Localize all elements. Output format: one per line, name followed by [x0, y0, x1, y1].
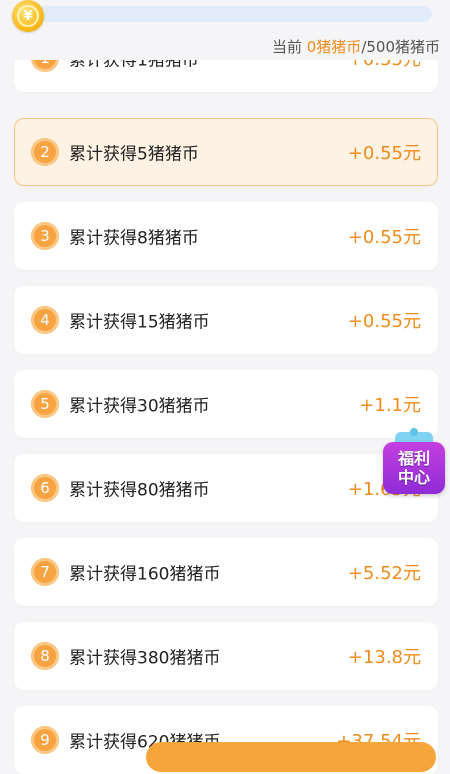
reward-item-5[interactable]: 5 累计获得30猪猪币 +1.1元 [14, 370, 438, 438]
reward-item-6[interactable]: 6 累计获得80猪猪币 +1.65元 [14, 454, 438, 522]
progress-total: /500猪猪币 [361, 38, 440, 56]
reward-condition: 累计获得80猪猪币 [69, 480, 210, 501]
welfare-center-line2: 中心 [397, 468, 430, 487]
coin-symbol: ¥ [17, 5, 39, 27]
reward-condition: 累计获得160猪猪币 [69, 564, 221, 585]
reward-amount: +5.52元 [347, 563, 421, 584]
progress-text: 当前 0猪猪币/500猪猪币 [272, 36, 440, 57]
reward-item-3[interactable]: 3 累计获得8猪猪币 +0.55元 [14, 202, 438, 270]
step-number-badge: 4 [31, 306, 59, 334]
reward-condition: 累计获得380猪猪币 [69, 648, 221, 669]
reward-condition: 累计获得15猪猪币 [69, 312, 210, 333]
reward-amount: +0.55元 [347, 227, 421, 248]
progress-bar [24, 6, 432, 22]
yuan-coin-icon: ¥ [12, 0, 44, 32]
reward-item-2[interactable]: 2 累计获得5猪猪币 +0.55元 [14, 118, 438, 186]
step-number-badge: 5 [31, 390, 59, 418]
reward-condition: 累计获得30猪猪币 [69, 396, 210, 417]
reward-item-4[interactable]: 4 累计获得15猪猪币 +0.55元 [14, 286, 438, 354]
step-number-badge: 2 [31, 138, 59, 166]
reward-condition: 累计获得5猪猪币 [69, 144, 199, 165]
welfare-center-button[interactable]: 福利 中心 [383, 428, 445, 496]
step-number-badge: 6 [31, 474, 59, 502]
reward-condition: 累计获得8猪猪币 [69, 228, 199, 249]
reward-amount: +1.1元 [359, 395, 421, 416]
step-number-badge: 7 [31, 558, 59, 586]
progress-header: ¥ 当前 0猪猪币/500猪猪币 [0, 0, 450, 60]
welfare-center-line1: 福利 [397, 449, 430, 468]
reward-amount: +0.55元 [347, 143, 421, 164]
reward-item-7[interactable]: 7 累计获得160猪猪币 +5.52元 [14, 538, 438, 606]
step-number-badge: 8 [31, 642, 59, 670]
progress-prefix: 当前 [271, 38, 307, 56]
welfare-center-badge: 福利 中心 [383, 442, 445, 494]
reward-item-8[interactable]: 8 累计获得380猪猪币 +13.8元 [14, 622, 438, 690]
progress-current: 0猪猪币 [306, 38, 362, 56]
bottom-action-button[interactable] [146, 742, 436, 772]
reward-amount: +0.55元 [347, 311, 421, 332]
reward-amount: +13.8元 [347, 647, 421, 668]
step-number-badge: 3 [31, 222, 59, 250]
